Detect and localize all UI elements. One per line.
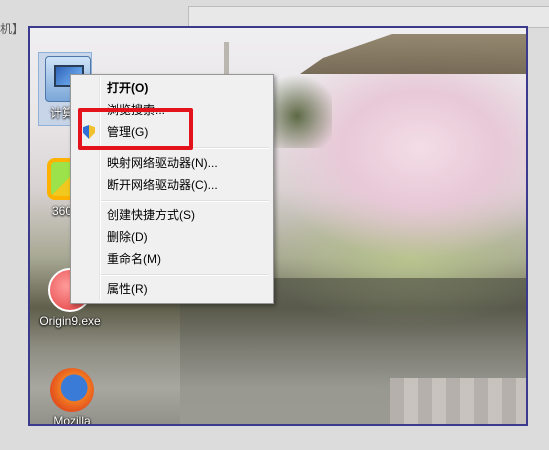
menu-item-create-shortcut[interactable]: 创建快捷方式(S) (73, 204, 269, 226)
menu-item-open[interactable]: 打开(O) (73, 77, 269, 99)
menu-item-label: 打开(O) (107, 81, 149, 95)
firefox-icon (50, 368, 94, 412)
menu-item-delete[interactable]: 删除(D) (73, 226, 269, 248)
desktop-icon-label: Origin9.exe (39, 314, 101, 328)
highlight-box (78, 108, 193, 150)
background-window-strip (188, 6, 549, 28)
blurred-watermark (390, 378, 526, 424)
desktop-icon-firefox[interactable]: Mozilla (40, 368, 104, 426)
menu-item-rename[interactable]: 重命名(M) (73, 248, 269, 270)
building-roof (300, 34, 526, 74)
menu-item-map-network-drive[interactable]: 映射网络驱动器(N)... (73, 152, 269, 174)
menu-item-properties[interactable]: 属性(R) (73, 278, 269, 300)
desktop-icon-label: Mozilla (53, 414, 91, 426)
menu-item-disconnect-network-drive[interactable]: 断开网络驱动器(C)... (73, 174, 269, 196)
menu-item-label: 属性(R) (107, 282, 148, 296)
background-window-label: 机】 (0, 22, 25, 36)
menu-item-label: 映射网络驱动器(N)... (107, 156, 218, 170)
menu-separator (101, 274, 269, 276)
menu-item-label: 断开网络驱动器(C)... (107, 178, 218, 192)
menu-item-label: 重命名(M) (107, 252, 161, 266)
menu-separator (101, 200, 269, 202)
menu-item-label: 创建快捷方式(S) (107, 208, 195, 222)
menu-item-label: 删除(D) (107, 230, 148, 244)
